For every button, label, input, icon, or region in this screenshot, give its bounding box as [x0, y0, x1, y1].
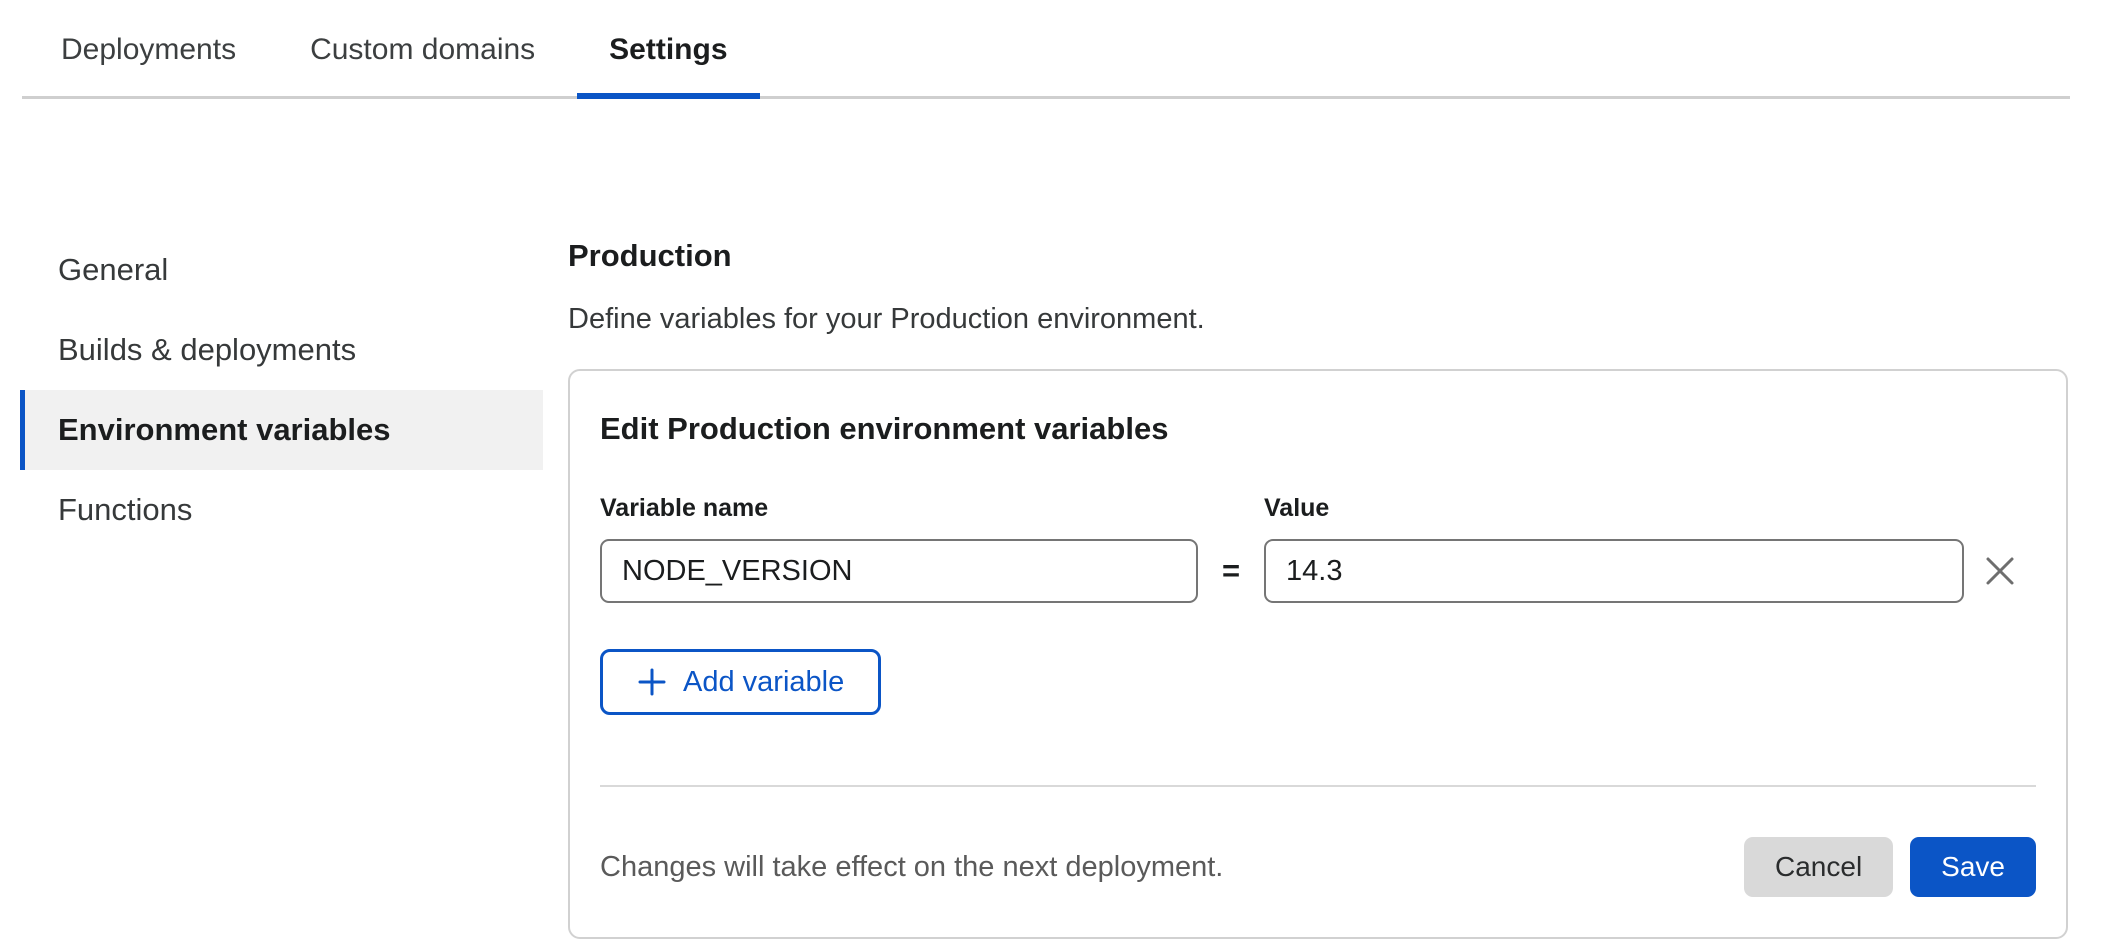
tab-deployments[interactable]: Deployments: [29, 0, 268, 99]
card-footer: Changes will take effect on the next dep…: [600, 837, 2036, 897]
remove-variable-button[interactable]: [1964, 539, 2036, 603]
variable-value-input[interactable]: [1264, 539, 1964, 603]
settings-content: General Builds & deployments Environment…: [0, 99, 2121, 939]
variable-name-input[interactable]: [600, 539, 1198, 603]
footer-actions: Cancel Save: [1744, 837, 2036, 897]
edit-variables-card: Edit Production environment variables Va…: [568, 369, 2068, 939]
equals-sign: =: [1198, 539, 1264, 603]
variable-row: Variable name = Value: [600, 493, 2036, 603]
add-variable-button[interactable]: Add variable: [600, 649, 881, 715]
variable-name-label: Variable name: [600, 493, 1198, 523]
environment-variables-panel: Production Define variables for your Pro…: [568, 230, 2068, 939]
tabbar-divider: [22, 96, 2070, 99]
sidebar-item-builds-deployments[interactable]: Builds & deployments: [20, 310, 543, 390]
plus-icon: [637, 667, 667, 697]
tab-custom-domains[interactable]: Custom domains: [278, 0, 567, 99]
settings-sidebar: General Builds & deployments Environment…: [20, 230, 543, 939]
add-variable-label: Add variable: [683, 668, 844, 697]
section-title: Production: [568, 236, 2068, 275]
section-subtitle: Define variables for your Production env…: [568, 301, 2068, 337]
variable-value-label: Value: [1264, 493, 1964, 523]
variable-name-field-group: Variable name: [600, 493, 1198, 603]
card-divider: [600, 785, 2036, 787]
save-button[interactable]: Save: [1910, 837, 2036, 897]
sidebar-item-functions[interactable]: Functions: [20, 470, 543, 550]
card-title: Edit Production environment variables: [600, 411, 2036, 447]
footer-note: Changes will take effect on the next dep…: [600, 851, 1223, 884]
cancel-button[interactable]: Cancel: [1744, 837, 1893, 897]
sidebar-item-general[interactable]: General: [20, 230, 543, 310]
close-icon: [1981, 552, 2019, 590]
top-tab-bar: Deployments Custom domains Settings: [0, 0, 2121, 99]
variable-value-field-group: Value: [1264, 493, 1964, 603]
sidebar-item-environment-variables[interactable]: Environment variables: [20, 390, 543, 470]
tab-settings[interactable]: Settings: [577, 0, 759, 99]
